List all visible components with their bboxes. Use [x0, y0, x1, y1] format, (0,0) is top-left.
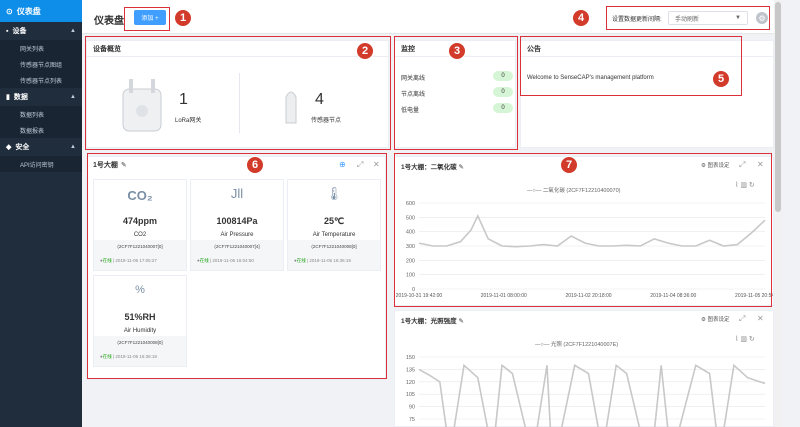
callout-badge: 1	[174, 9, 192, 27]
sidebar-group-security[interactable]: ◆ 安全 ▲	[0, 138, 82, 156]
callout-badge: 4	[572, 9, 590, 27]
sidebar-item-node-list[interactable]: 传感器节点列表	[0, 72, 82, 88]
chevron-up-icon: ▲	[70, 28, 76, 34]
fullscreen-icon[interactable]: ⤢	[739, 314, 745, 324]
callout-badge: 3	[448, 42, 466, 60]
sidebar: ⊙ 仪表盘 ▪ 设备 ▲ 网关列表 传感器节点图组 传感器节点列表 ▮ 数据 ▲ 数据列表…	[0, 0, 82, 427]
y-tick-label: 90	[409, 405, 415, 411]
chart-toolbar-icons[interactable]: ⌇ ▥ ↻	[735, 335, 755, 343]
callout-box	[87, 153, 387, 379]
y-tick-label: 75	[409, 417, 415, 423]
callout-badge: 6	[246, 156, 264, 174]
chart-settings-button[interactable]: ⚙ 图表设定	[701, 315, 729, 323]
sidebar-item-dashboard[interactable]: ⊙ 仪表盘	[0, 0, 82, 22]
callout-box	[124, 7, 170, 31]
page-title: 仪表盘	[94, 16, 124, 27]
callout-badge: 5	[712, 70, 730, 88]
y-tick-label: 150	[406, 355, 415, 361]
bar-chart-icon: ▮	[6, 94, 10, 101]
sidebar-item-node-groups[interactable]: 传感器节点图组	[0, 56, 82, 72]
close-icon[interactable]: ✕	[757, 314, 764, 323]
devices-icon: ▪	[6, 27, 9, 35]
callout-badge: 2	[356, 42, 374, 60]
chevron-up-icon: ▲	[70, 94, 76, 100]
y-tick-label: 120	[406, 380, 415, 386]
y-tick-label: 105	[406, 392, 415, 398]
chart-legend[interactable]: —○— 光照 (2CF7F1221040007E)	[535, 340, 618, 348]
dashboard-icon: ⊙	[6, 6, 13, 16]
callout-box	[394, 153, 772, 307]
callout-box	[520, 36, 742, 96]
light-chart-card: 1号大棚：光照强度 ✎ ⚙ 图表设定 ⤢ ✕ ⌇ ▥ ↻ —○— 光照 (2CF…	[394, 310, 774, 427]
callout-box	[85, 36, 391, 150]
y-tick-label: 135	[406, 367, 415, 373]
shield-icon: ◆	[6, 144, 12, 151]
edit-icon[interactable]: ✎	[458, 318, 463, 325]
series-line	[418, 363, 766, 427]
light-line-chart[interactable]: 607590105120135150	[395, 351, 773, 427]
sidebar-item-data-report[interactable]: 数据报表	[0, 122, 82, 138]
sidebar-group-devices[interactable]: ▪ 设备 ▲	[0, 22, 82, 40]
sidebar-group-data[interactable]: ▮ 数据 ▲	[0, 88, 82, 106]
chevron-up-icon: ▲	[70, 144, 76, 150]
sidebar-item-data-list[interactable]: 数据列表	[0, 106, 82, 122]
callout-badge: 7	[560, 156, 578, 174]
sidebar-item-gateway-list[interactable]: 网关列表	[0, 40, 82, 56]
callout-box	[606, 6, 770, 30]
sidebar-item-api-keys[interactable]: API访问密钥	[0, 156, 82, 172]
scrollbar-thumb[interactable]	[775, 2, 781, 212]
chart-title: 1号大棚：光照强度 ✎	[401, 318, 464, 325]
